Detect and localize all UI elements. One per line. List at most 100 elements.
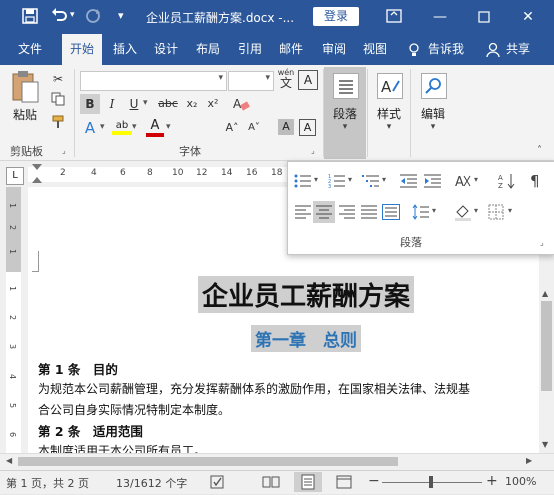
scroll-thumb[interactable]	[541, 301, 552, 391]
undo-dropdown-icon[interactable]: ▾	[70, 10, 75, 20]
bold-button[interactable]: B	[80, 94, 100, 114]
proofing-icon[interactable]	[210, 475, 226, 489]
copy-icon[interactable]	[48, 92, 68, 112]
tab-references[interactable]: 引用	[231, 34, 269, 65]
ribbon-display-options-icon[interactable]	[386, 9, 402, 23]
show-hide-marks-icon[interactable]: ¶	[530, 172, 546, 190]
tab-layout[interactable]: 布局	[189, 34, 227, 65]
paragraph-group-button[interactable]: 段落 ▾	[324, 67, 366, 159]
chevron-down-icon[interactable]: ▾	[432, 206, 436, 215]
font-launcher-icon[interactable]: ⌟	[311, 146, 315, 155]
underline-dropdown-icon[interactable]: ▾	[143, 98, 148, 108]
paste-button[interactable]: 粘贴	[8, 69, 42, 127]
save-icon[interactable]	[22, 8, 38, 24]
highlight-button[interactable]: ab	[112, 118, 132, 138]
scroll-up-icon[interactable]: ▲	[542, 289, 548, 298]
shading-icon[interactable]	[454, 203, 472, 221]
clipboard-launcher-icon[interactable]: ⌟	[62, 146, 66, 155]
chevron-down-icon[interactable]: ▾	[474, 206, 478, 215]
scroll-right-icon[interactable]: ▶	[526, 456, 532, 465]
font-color-button[interactable]: A	[146, 118, 164, 138]
read-mode-icon[interactable]	[262, 475, 280, 489]
share-button[interactable]: 共享	[502, 34, 534, 65]
zoom-slider-thumb[interactable]	[429, 476, 433, 488]
chevron-down-icon[interactable]: ▾	[474, 175, 478, 184]
scroll-left-icon[interactable]: ◀	[6, 456, 12, 465]
enclose-characters-button[interactable]: A	[298, 70, 318, 90]
tab-insert[interactable]: 插入	[106, 34, 144, 65]
cut-icon[interactable]: ✂	[48, 69, 68, 89]
document-title[interactable]: 企业员工薪酬方案	[198, 276, 415, 313]
align-left-icon[interactable]	[294, 204, 312, 220]
subscript-button[interactable]: x₂	[182, 94, 202, 114]
page-count[interactable]: 第 1 页，共 2 页	[6, 475, 89, 491]
word-count[interactable]: 13/1612 个字	[116, 475, 187, 491]
article-2-title[interactable]: 第 2 条 适用范围	[38, 421, 143, 440]
chapter-heading[interactable]: 第一章 总则	[251, 325, 361, 352]
multilevel-list-icon[interactable]	[362, 173, 380, 189]
customize-toolbar-icon[interactable]: ▾	[118, 9, 124, 22]
zoom-level[interactable]: 100%	[505, 475, 536, 488]
collapse-ribbon-icon[interactable]: ˄	[537, 145, 542, 156]
format-painter-icon[interactable]	[48, 115, 68, 135]
underline-button[interactable]: U	[124, 94, 144, 114]
grow-font-button[interactable]: A˄	[222, 118, 242, 138]
font-size-dropdown[interactable]: ▾	[228, 71, 274, 91]
tell-me-search[interactable]: 告诉我	[424, 34, 468, 65]
italic-button[interactable]: I	[102, 94, 122, 114]
tab-home[interactable]: 开始	[62, 34, 102, 65]
shrink-font-button[interactable]: A˅	[244, 118, 264, 138]
zoom-in-button[interactable]: +	[486, 473, 498, 489]
sort-icon[interactable]: AZ	[498, 173, 516, 190]
chevron-down-icon[interactable]: ▾	[314, 175, 318, 184]
hscroll-thumb[interactable]	[18, 457, 398, 466]
article-1-line-1[interactable]: 为规范本公司薪酬管理，充分发挥薪酬体系的激励作用，在国家相关法律、法规基	[38, 380, 470, 397]
character-border-button[interactable]: A	[299, 119, 316, 136]
tab-view[interactable]: 视图	[356, 34, 394, 65]
login-button[interactable]: 登录	[313, 7, 359, 26]
superscript-button[interactable]: x²	[203, 94, 223, 114]
hanging-indent-marker[interactable]	[32, 177, 42, 183]
tab-design[interactable]: 设计	[147, 34, 185, 65]
phonetic-guide-button[interactable]: wén 文	[276, 68, 296, 90]
tab-review[interactable]: 审阅	[315, 34, 353, 65]
chinese-layout-icon[interactable]: A	[454, 173, 472, 190]
character-shading-button[interactable]: A	[278, 119, 294, 135]
align-right-icon[interactable]	[338, 204, 356, 220]
chevron-down-icon[interactable]: ▾	[348, 175, 352, 184]
print-layout-icon[interactable]	[294, 472, 322, 492]
justify-icon[interactable]	[360, 204, 378, 220]
editing-button[interactable]: 编辑 ▾	[412, 67, 454, 132]
first-line-indent-marker[interactable]	[32, 164, 42, 170]
line-spacing-icon[interactable]	[412, 204, 430, 220]
article-1-title[interactable]: 第 1 条 目的	[38, 359, 118, 378]
decrease-indent-icon[interactable]	[400, 173, 418, 189]
bullets-icon[interactable]	[294, 173, 312, 189]
tab-mailings[interactable]: 邮件	[272, 34, 310, 65]
text-effects-dropdown-icon[interactable]: ▾	[100, 122, 105, 132]
chevron-down-icon[interactable]: ▾	[382, 175, 386, 184]
article-2-line-1[interactable]: 本制度适用于本公司所有员工。	[38, 442, 206, 453]
undo-icon[interactable]	[50, 7, 70, 25]
increase-indent-icon[interactable]	[424, 173, 442, 189]
web-layout-icon[interactable]	[336, 475, 352, 489]
maximize-button[interactable]	[464, 0, 504, 34]
chevron-down-icon[interactable]: ▾	[508, 206, 512, 215]
font-color-dropdown-icon[interactable]: ▾	[166, 122, 171, 132]
align-center-icon[interactable]	[313, 201, 335, 223]
close-button[interactable]: ✕	[508, 0, 548, 34]
tab-selector[interactable]: L	[6, 167, 24, 185]
styles-button[interactable]: A 样式 ▾	[368, 67, 410, 132]
horizontal-scrollbar[interactable]: ◀ ▶	[0, 453, 554, 470]
strikethrough-button[interactable]: abc	[156, 94, 180, 114]
highlight-dropdown-icon[interactable]: ▾	[132, 122, 137, 132]
clear-formatting-icon[interactable]: A	[232, 96, 250, 112]
minimize-button[interactable]: —	[420, 0, 460, 34]
paragraph-launcher-icon[interactable]: ⌟	[540, 238, 544, 247]
distributed-icon[interactable]	[382, 204, 400, 220]
text-effects-button[interactable]: A	[80, 118, 100, 138]
font-name-dropdown[interactable]: ▾	[80, 71, 227, 91]
article-1-line-2[interactable]: 合公司自身实际情况特制定本制度。	[38, 401, 230, 418]
scroll-down-icon[interactable]: ▼	[542, 440, 548, 449]
zoom-out-button[interactable]: −	[368, 473, 380, 489]
